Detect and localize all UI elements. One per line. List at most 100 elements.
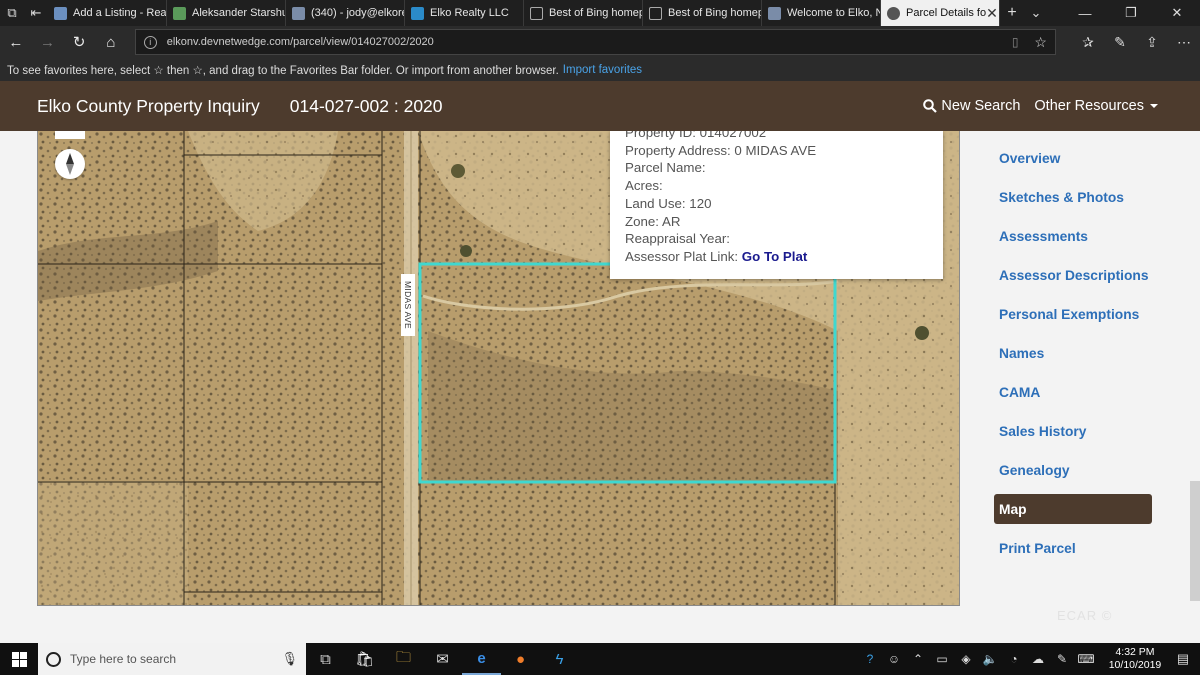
- page-icon: [530, 6, 543, 20]
- sidebar-item-assessments[interactable]: Assessments: [994, 221, 1152, 251]
- browser-tab[interactable]: Best of Bing homep: [524, 0, 643, 26]
- sidebar-item-genealogy[interactable]: Genealogy: [994, 455, 1152, 485]
- browser-tab[interactable]: Aleksander Starshu: [167, 0, 286, 26]
- site-title[interactable]: Elko County Property Inquiry: [37, 96, 260, 117]
- zoom-control[interactable]: [55, 131, 85, 139]
- import-favorites-link[interactable]: Import favorites: [563, 64, 642, 76]
- browser-tab[interactable]: Welcome to Elko, N: [762, 0, 881, 26]
- other-resources-dropdown[interactable]: Other Resources: [1034, 98, 1158, 114]
- clock-date: 10/10/2019: [1108, 659, 1162, 671]
- other-resources-label: Other Resources: [1034, 98, 1144, 114]
- windows-logo-icon: [11, 651, 27, 667]
- favorites-bar: To see favorites here, select ☆ then ☆, …: [0, 58, 1200, 81]
- popup-parcel-name: Parcel Name:: [625, 160, 706, 176]
- refresh-icon[interactable]: ↻: [63, 26, 95, 58]
- reading-view-icon[interactable]: ▯: [1012, 35, 1019, 49]
- compass-icon[interactable]: [55, 149, 85, 179]
- pen-icon[interactable]: ✎: [1050, 652, 1074, 666]
- new-tab-icon[interactable]: +: [1000, 0, 1024, 26]
- site-header: Elko County Property Inquiry 014-027-002…: [0, 81, 1200, 131]
- mail-app-icon[interactable]: ✉: [423, 643, 462, 675]
- tab-label: Elko Realty LLC: [430, 7, 509, 19]
- browser-tab-active[interactable]: Parcel Details fo ✕: [881, 0, 1000, 26]
- tab-favicon-icon: [54, 6, 67, 20]
- parcel-title: 014-027-002 : 2020: [289, 95, 443, 116]
- popup-plat-row: Assessor Plat Link: Go To Plat: [625, 248, 943, 266]
- share-icon[interactable]: ⇪: [1136, 34, 1168, 51]
- popup-plat-label: Assessor Plat Link:: [625, 248, 739, 264]
- tab-favicon-icon: [411, 6, 424, 20]
- action-center-icon[interactable]: ▤: [1166, 651, 1200, 667]
- mail-icon: [292, 6, 305, 20]
- task-view-icon[interactable]: ⧉: [306, 643, 345, 675]
- cortana-icon: [46, 651, 61, 667]
- search-icon: [923, 99, 938, 113]
- caret-down-icon: [1150, 104, 1158, 109]
- network-icon[interactable]: ◔: [1002, 652, 1026, 666]
- sidebar-item-sales-history[interactable]: Sales History: [994, 416, 1152, 446]
- browser-tab[interactable]: (340) - jody@elkore: [286, 0, 405, 26]
- close-window-icon[interactable]: ✕: [1154, 0, 1200, 26]
- ecar-watermark: ECAR ©: [1057, 608, 1113, 623]
- favorites-icon[interactable]: ✰: [1072, 34, 1104, 51]
- keyboard-icon[interactable]: ⌨: [1074, 652, 1098, 666]
- browser-tab[interactable]: Best of Bing homep: [643, 0, 762, 26]
- taskbar-search-box[interactable]: Type here to search 🎙: [38, 643, 306, 675]
- tab-label: (340) - jody@elkore: [311, 7, 405, 19]
- browser-tab[interactable]: Add a Listing - Real: [48, 0, 167, 26]
- back-icon[interactable]: ←: [0, 26, 32, 58]
- volume-icon[interactable]: 🔈: [978, 652, 1002, 666]
- taskbar-clock[interactable]: 4:32 PM 10/10/2019: [1104, 646, 1166, 672]
- address-bar[interactable]: i elkonv.devnetwedge.com/parcel/view/014…: [134, 29, 1056, 55]
- popup-address: Property Address: 0 MIDAS AVE: [625, 142, 817, 158]
- go-to-plat-link[interactable]: Go To Plat: [742, 249, 808, 264]
- battery-icon[interactable]: ▭: [930, 652, 954, 666]
- set-tabs-aside-icon[interactable]: ⇤: [24, 0, 48, 26]
- page-icon: [649, 6, 662, 20]
- tab-label: Best of Bing homep: [668, 7, 762, 19]
- forward-icon[interactable]: →: [32, 26, 64, 58]
- popup-property-id: Property ID: 014027002: [625, 131, 767, 140]
- favorite-star-icon[interactable]: ☆: [1034, 34, 1047, 51]
- close-tab-icon[interactable]: ✕: [986, 5, 998, 22]
- tab-preview-icon[interactable]: ⧉: [0, 0, 24, 26]
- popup-land-use: Land Use: 120: [625, 195, 712, 211]
- sidebar-item-personal-exemptions[interactable]: Personal Exemptions: [994, 299, 1152, 329]
- popup-acres: Acres:: [625, 178, 663, 194]
- dropbox-icon[interactable]: ◈: [954, 652, 978, 666]
- sidebar-item-names[interactable]: Names: [994, 338, 1152, 368]
- tab-favicon-icon: [768, 6, 781, 20]
- sidebar-item-sketches-photos[interactable]: Sketches & Photos: [994, 182, 1152, 212]
- browser-tab[interactable]: Elko Realty LLC: [405, 0, 524, 26]
- chevron-up-icon[interactable]: ⌃: [906, 652, 930, 666]
- more-icon[interactable]: ⋯: [1168, 34, 1200, 51]
- site-info-icon[interactable]: i: [143, 35, 157, 49]
- microphone-icon[interactable]: 🎙: [281, 651, 298, 667]
- sidebar-item-map[interactable]: Map: [994, 494, 1152, 524]
- parcel-map[interactable]: MIDAS AVE Property ID: 014027002 Propert…: [37, 131, 960, 606]
- sidebar-item-assessor-descriptions[interactable]: Assessor Descriptions: [994, 260, 1152, 290]
- url-text: elkonv.devnetwedge.com/parcel/view/01402…: [166, 36, 434, 48]
- sidebar-item-cama[interactable]: CAMA: [994, 377, 1152, 407]
- store-icon[interactable]: 🛍: [345, 643, 384, 675]
- home-icon[interactable]: ⌂: [95, 26, 127, 58]
- lightning-app-icon[interactable]: ϟ: [540, 643, 579, 675]
- notes-icon[interactable]: ✎: [1104, 34, 1136, 51]
- restore-icon[interactable]: ❐: [1108, 0, 1154, 26]
- edge-browser-icon[interactable]: e: [462, 643, 501, 675]
- browser-tab-strip: ⧉ ⇤ Add a Listing - Real Aleksander Star…: [0, 0, 1200, 26]
- help-icon[interactable]: ?: [858, 652, 882, 666]
- start-button[interactable]: [0, 643, 38, 675]
- new-search-link[interactable]: New Search: [923, 98, 1020, 114]
- favorites-hint-text: To see favorites here, select ☆ then ☆, …: [7, 64, 559, 77]
- sidebar-item-overview[interactable]: Overview: [994, 143, 1152, 173]
- windows-taskbar: Type here to search 🎙 ⧉ 🛍 🗀 ✉ e ● ϟ ? ☺ …: [0, 643, 1200, 675]
- people-icon[interactable]: ☺: [882, 652, 906, 666]
- chevron-down-icon[interactable]: ⌄: [1024, 0, 1048, 26]
- page-scrollbar[interactable]: [1190, 481, 1200, 601]
- file-explorer-icon[interactable]: 🗀: [384, 643, 423, 675]
- firefox-icon[interactable]: ●: [501, 643, 540, 675]
- cloud-sync-icon[interactable]: ☁: [1026, 652, 1050, 666]
- minimize-icon[interactable]: —: [1062, 0, 1108, 26]
- sidebar-item-print-parcel[interactable]: Print Parcel: [994, 533, 1152, 563]
